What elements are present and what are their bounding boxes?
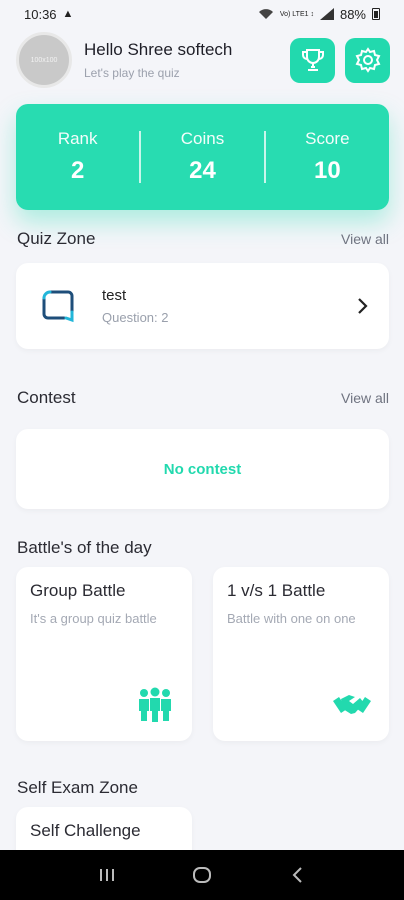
recent-apps-icon xyxy=(100,869,115,881)
stats-card: Rank 2 Coins 24 Score 10 xyxy=(16,104,389,210)
system-nav-bar xyxy=(0,850,404,900)
self-exam-header: Self Exam Zone xyxy=(17,778,389,798)
back-button[interactable] xyxy=(285,863,309,887)
stat-value: 2 xyxy=(70,157,85,184)
avatar[interactable]: 100x100 xyxy=(16,32,72,88)
group-people-icon xyxy=(139,687,171,722)
signal-icon xyxy=(319,8,334,20)
status-bar: 10:36 ▲ Vo) LTE1 ↕ 88% xyxy=(0,0,404,28)
trophy-icon xyxy=(301,49,324,71)
self-challenge-title: Self Challenge xyxy=(30,821,141,840)
contest-title: Contest xyxy=(17,388,76,407)
stat-label: Coins xyxy=(180,129,225,148)
one-vs-one-battle-card[interactable]: 1 v/s 1 Battle Battle with one on one xyxy=(213,567,389,741)
contest-header: Contest View all xyxy=(17,388,389,408)
chevron-right-icon xyxy=(358,298,368,314)
contest-card: No contest xyxy=(16,429,389,509)
settings-button[interactable] xyxy=(345,37,390,83)
stat-coins: Coins 24 xyxy=(141,129,264,185)
avatar-placeholder-text: 100x100 xyxy=(30,56,58,64)
greeting: Hello Shree softech Let's play the quiz xyxy=(84,40,280,80)
self-exam-title: Self Exam Zone xyxy=(17,778,138,797)
stat-score: Score 10 xyxy=(266,129,389,185)
stat-label: Rank xyxy=(57,129,98,148)
battery-percent: 88% xyxy=(339,6,366,22)
stat-label: Score xyxy=(305,129,350,148)
quiz-zone-view-all[interactable]: View all xyxy=(341,231,389,247)
battle-title: Group Battle xyxy=(30,581,126,600)
leaderboard-button[interactable] xyxy=(290,37,335,83)
quiz-zone-title: Quiz Zone xyxy=(17,229,96,248)
signal-label: Vo) LTE1 ↕ xyxy=(279,10,314,18)
quiz-item-card[interactable]: test Question: 2 xyxy=(16,263,389,349)
battle-subtitle: Battle with one on one xyxy=(227,611,356,626)
greeting-subtitle: Let's play the quiz xyxy=(84,66,180,80)
quiz-item-text: test Question: 2 xyxy=(102,287,355,325)
quiz-category-icon xyxy=(42,290,74,323)
recent-apps-button[interactable] xyxy=(95,863,119,887)
handshake-icon xyxy=(333,695,371,714)
battery-icon xyxy=(372,8,380,20)
status-right: Vo) LTE1 ↕ 88% xyxy=(258,7,380,22)
stat-value: 24 xyxy=(189,157,216,184)
battles-title: Battle's of the day xyxy=(17,538,152,557)
battle-subtitle: It's a group quiz battle xyxy=(30,611,157,626)
quiz-zone-header: Quiz Zone View all xyxy=(17,229,389,249)
alert-icon: ▲ xyxy=(62,8,74,20)
contest-view-all[interactable]: View all xyxy=(341,390,389,406)
quiz-item-name: test xyxy=(102,287,127,304)
status-time: 10:36 xyxy=(24,6,57,22)
quiz-item-questions: Question: 2 xyxy=(102,310,169,325)
home-icon xyxy=(192,867,211,883)
battle-title: 1 v/s 1 Battle xyxy=(227,581,326,600)
battles-header: Battle's of the day xyxy=(17,538,389,558)
greeting-title: Hello Shree softech xyxy=(84,40,233,59)
wifi-icon xyxy=(258,9,273,19)
group-battle-card[interactable]: Group Battle It's a group quiz battle xyxy=(16,567,192,741)
stat-rank: Rank 2 xyxy=(16,129,139,185)
gear-icon xyxy=(355,47,380,73)
back-icon xyxy=(292,867,302,883)
stat-value: 10 xyxy=(313,157,341,184)
profile-header: 100x100 Hello Shree softech Let's play t… xyxy=(16,32,390,88)
no-contest-text: No contest xyxy=(163,460,242,478)
status-left: 10:36 ▲ xyxy=(24,7,73,22)
home-button[interactable] xyxy=(190,863,214,887)
